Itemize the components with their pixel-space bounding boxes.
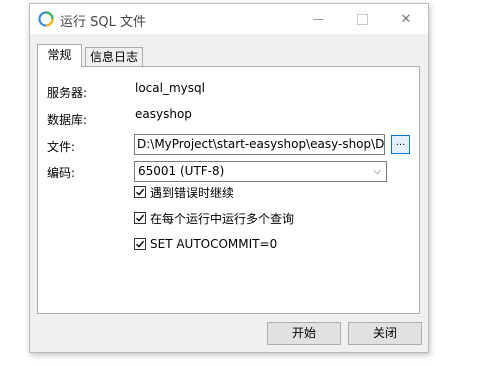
maximize-button[interactable] xyxy=(340,4,384,34)
minimize-button[interactable] xyxy=(296,4,340,34)
navicat-icon xyxy=(38,11,54,27)
option-label: 遇到错误时继续 xyxy=(150,185,235,200)
checkbox-continue-on-error[interactable] xyxy=(134,186,146,198)
option-label: SET AUTOCOMMIT=0 xyxy=(150,237,278,251)
option-multiple-queries[interactable]: 在每个运行中运行多个查询 xyxy=(134,210,294,226)
file-label: 文件: xyxy=(47,140,76,154)
option-label: 在每个运行中运行多个查询 xyxy=(150,211,295,226)
tab-message-log[interactable]: 信息日志 xyxy=(85,47,143,66)
close-icon: ✕ xyxy=(400,11,412,27)
encoding-select[interactable]: 65001 (UTF-8) ⌵ xyxy=(134,161,387,182)
window-title: 运行 SQL 文件 xyxy=(60,15,146,30)
option-autocommit[interactable]: SET AUTOCOMMIT=0 xyxy=(134,236,277,252)
option-continue-on-error[interactable]: 遇到错误时继续 xyxy=(134,184,234,200)
chevron-down-icon: ⌵ xyxy=(373,166,381,177)
database-label: 数据库: xyxy=(47,113,88,127)
checkbox-multiple-queries[interactable] xyxy=(134,212,146,224)
browse-file-button[interactable]: ... xyxy=(391,135,410,154)
encoding-value: 65001 (UTF-8) xyxy=(138,164,225,178)
minimize-icon xyxy=(313,18,323,20)
close-button[interactable]: 关闭 xyxy=(348,322,422,345)
tab-general[interactable]: 常规 xyxy=(37,44,82,67)
file-path-input[interactable]: D:\MyProject\start-easyshop\easy-shop\D xyxy=(134,134,385,155)
close-window-button[interactable]: ✕ xyxy=(384,4,428,34)
server-value: local_mysql xyxy=(135,81,205,95)
start-button[interactable]: 开始 xyxy=(267,322,341,345)
title-bar: 运行 SQL 文件 ✕ xyxy=(30,4,428,34)
checkbox-autocommit[interactable] xyxy=(134,238,146,250)
database-value: easyshop xyxy=(135,107,192,121)
server-label: 服务器: xyxy=(47,86,88,100)
maximize-icon xyxy=(356,13,368,25)
encoding-label: 编码: xyxy=(47,166,76,180)
run-sql-file-dialog: 运行 SQL 文件 ✕ 常规 信息日志 服务器: local_mysql 数据库… xyxy=(29,3,429,353)
